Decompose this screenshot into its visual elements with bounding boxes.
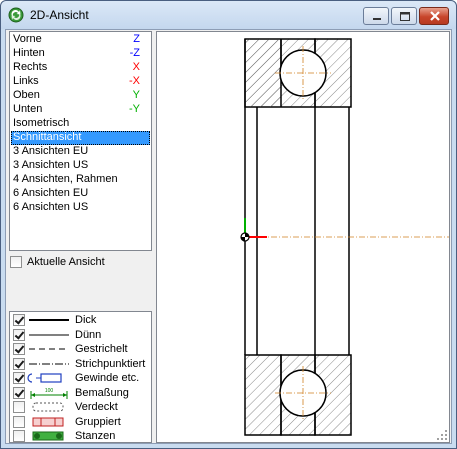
view-item[interactable]: Hinten -Z bbox=[11, 47, 150, 61]
close-icon bbox=[430, 11, 440, 21]
view-item[interactable]: Schnittansicht bbox=[11, 131, 150, 145]
view-item-label: Isometrisch bbox=[13, 117, 70, 129]
svg-text:100: 100 bbox=[45, 388, 54, 394]
drawing-canvas[interactable] bbox=[156, 31, 450, 443]
view-item[interactable]: Links -X bbox=[11, 75, 150, 89]
line-type-row[interactable]: Gruppiert bbox=[10, 415, 151, 430]
view-item-label: Unten bbox=[13, 103, 43, 115]
line-type-label: Gestrichelt bbox=[75, 343, 128, 355]
bearing-bottom-section bbox=[244, 354, 352, 436]
view-item[interactable]: Unten -Y bbox=[11, 103, 150, 117]
punch-icon bbox=[27, 429, 71, 443]
dimension-icon: 100 bbox=[27, 386, 71, 400]
view-item-label: Schnittansicht bbox=[13, 131, 82, 143]
view-item[interactable]: 6 Ansichten US bbox=[11, 201, 150, 215]
thin-line-icon bbox=[27, 328, 71, 342]
section-drawing bbox=[240, 38, 449, 436]
view-item-label: Vorne bbox=[13, 33, 42, 45]
line-type-label: Bemaßung bbox=[75, 386, 129, 399]
window-title: 2D-Ansicht bbox=[30, 8, 89, 22]
line-type-checkbox[interactable] bbox=[13, 430, 25, 442]
view-item[interactable]: Vorne Z bbox=[11, 33, 150, 47]
line-type-row[interactable]: Stanzen bbox=[10, 429, 151, 444]
view-axis-label: Y bbox=[132, 89, 140, 101]
view-item-label: 6 Ansichten EU bbox=[13, 187, 89, 199]
view-axis-label: X bbox=[132, 61, 140, 73]
line-type-checkbox[interactable] bbox=[13, 328, 25, 341]
line-type-row[interactable]: Strichpunktiert bbox=[10, 357, 151, 372]
line-type-row[interactable]: Dünn bbox=[10, 328, 151, 343]
dialog-client-area: Vorne Z Hinten -Z Rechts X Links -X Oben Y Unten -Y… bbox=[5, 29, 452, 444]
dash-dot-line-icon bbox=[27, 357, 71, 371]
dashed-line-icon bbox=[27, 342, 71, 356]
title-bar[interactable]: 2D-Ansicht bbox=[1, 1, 456, 29]
view-item[interactable]: 3 Ansichten US bbox=[11, 159, 150, 173]
resize-grip-icon[interactable] bbox=[436, 429, 448, 441]
view-item-label: Oben bbox=[13, 89, 40, 101]
view-item-label: Links bbox=[13, 75, 39, 87]
view-axis-label: -Z bbox=[129, 47, 140, 59]
thread-icon bbox=[27, 371, 71, 385]
view-item-label: 4 Ansichten, Rahmen bbox=[13, 173, 118, 185]
view-item[interactable]: Isometrisch bbox=[11, 117, 150, 131]
line-type-checkbox[interactable] bbox=[13, 401, 25, 413]
view-item-label: Rechts bbox=[13, 61, 48, 73]
line-type-checkbox[interactable] bbox=[13, 357, 25, 370]
line-type-row[interactable]: Gestrichelt bbox=[10, 342, 151, 357]
bearing-top-section bbox=[244, 38, 352, 108]
line-type-row[interactable]: 100 Bemaßung bbox=[10, 386, 151, 401]
line-type-row[interactable]: Dick bbox=[10, 313, 151, 328]
view-item[interactable]: Oben Y bbox=[11, 89, 150, 103]
current-view-label: Aktuelle Ansicht bbox=[27, 256, 105, 268]
grouped-icon bbox=[27, 415, 71, 429]
view-item-label: 3 Ansichten US bbox=[13, 159, 89, 171]
line-type-label: Strichpunktiert bbox=[75, 357, 146, 370]
line-type-checkbox[interactable] bbox=[13, 372, 25, 384]
view-item[interactable]: 3 Ansichten EU bbox=[11, 145, 150, 159]
thick-line-icon bbox=[27, 313, 71, 327]
view-item[interactable]: 6 Ansichten EU bbox=[11, 187, 150, 201]
view-axis-label: -X bbox=[129, 75, 140, 87]
line-type-label: Dick bbox=[75, 314, 97, 326]
view-item-label: Hinten bbox=[13, 47, 45, 59]
window-2d-ansicht: 2D-Ansicht Vorne Z Hinten -Z Rechts X Links -X O… bbox=[0, 0, 457, 449]
view-axis-label: -Y bbox=[129, 103, 140, 115]
line-type-checkbox[interactable] bbox=[13, 415, 25, 428]
bearing-washer-outlines bbox=[244, 107, 350, 355]
line-type-row[interactable]: Gewinde etc. bbox=[10, 371, 151, 386]
line-type-label: Dünn bbox=[75, 328, 102, 341]
line-type-row[interactable]: Verdeckt bbox=[10, 400, 151, 415]
view-item[interactable]: 4 Ansichten, Rahmen bbox=[11, 173, 150, 187]
line-type-label: Gewinde etc. bbox=[75, 372, 140, 384]
recycle-icon bbox=[8, 7, 24, 23]
hidden-icon bbox=[27, 400, 71, 414]
coordinate-origin-icon bbox=[240, 218, 267, 242]
view-item-label: 3 Ansichten EU bbox=[13, 145, 89, 157]
line-type-checkbox[interactable] bbox=[13, 343, 25, 355]
line-type-list[interactable]: Dick Dünn Gestrichelt Strichpunktiert Gewind… bbox=[9, 311, 152, 443]
close-button[interactable] bbox=[419, 7, 449, 25]
view-axis-label: Z bbox=[133, 33, 140, 45]
minimize-button[interactable] bbox=[363, 7, 389, 25]
line-type-checkbox[interactable] bbox=[13, 314, 25, 326]
maximize-icon bbox=[400, 12, 410, 21]
view-item-label: 6 Ansichten US bbox=[13, 201, 89, 213]
line-type-label: Stanzen bbox=[75, 430, 116, 442]
line-type-label: Gruppiert bbox=[75, 415, 121, 428]
line-type-checkbox[interactable] bbox=[13, 386, 25, 399]
line-type-label: Verdeckt bbox=[75, 401, 118, 413]
current-view-checkbox[interactable] bbox=[10, 256, 22, 268]
view-item[interactable]: Rechts X bbox=[11, 61, 150, 75]
minimize-icon bbox=[373, 18, 381, 20]
maximize-button[interactable] bbox=[391, 7, 417, 25]
view-list[interactable]: Vorne Z Hinten -Z Rechts X Links -X Oben Y Unten -Y… bbox=[9, 31, 152, 251]
